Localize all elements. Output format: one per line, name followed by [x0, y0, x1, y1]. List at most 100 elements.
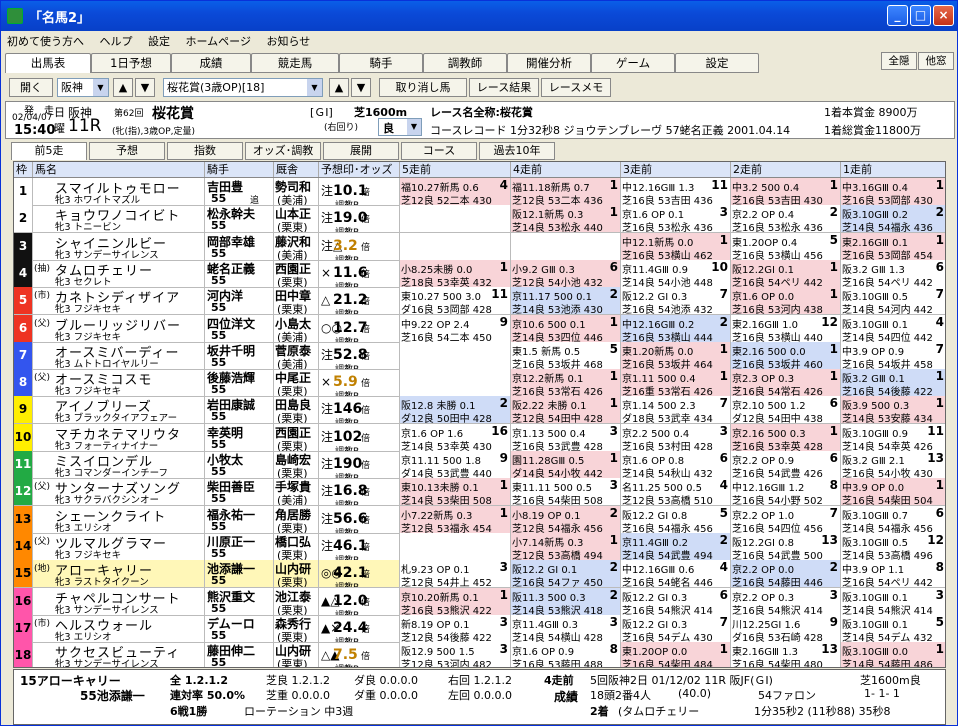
odds-cell[interactable]: 注146倍調教B: [319, 396, 400, 424]
odds-cell[interactable]: △21.2倍調教B: [319, 287, 400, 315]
other-window-button[interactable]: 他窓: [918, 52, 954, 70]
past-race-cell[interactable]: 阪3.2 GⅢ 1.3 芝16良 54ペリ 442 6: [841, 259, 945, 287]
odds-cell[interactable]: 注19.0倍調教B: [319, 205, 400, 233]
past-race-cell[interactable]: 阪3.10GⅢ 0.5 芝14良 54河内 442 7: [841, 287, 945, 315]
past-race-cell[interactable]: 京1.6 OP 0.0 芝16良 53河内 438 1: [731, 287, 841, 315]
track-down-button[interactable]: ▼: [135, 78, 155, 97]
past-race-cell[interactable]: 東1.20OP 0.4 芝16良 53横山 456 5: [731, 232, 841, 260]
past-race-cell[interactable]: [400, 341, 511, 369]
past-race-cell[interactable]: 京11.11 500 1.8 ダ14良 53武豊 440 9: [400, 451, 511, 478]
odds-cell[interactable]: 注56.6倍調教B: [319, 505, 400, 533]
table-row[interactable]: 13シェーンクライト牝3 エリシオ福永祐一55角居勝(栗東)注56.6倍調教B小…: [14, 505, 945, 534]
horse-name-cell[interactable]: スマイルトゥモロー 牝3 ホワイトマズル: [33, 178, 205, 205]
past-race-cell[interactable]: 東11.11 500 0.5 芝16良 54柴田 508 3: [511, 478, 621, 506]
past-race-cell[interactable]: 京1.6 OP 1.6 芝14良 53幸英 430 16: [400, 423, 511, 451]
past-race-cell[interactable]: 福11.18新馬 0.7 芝12良 53二本 436 1: [511, 178, 621, 205]
horse-name-cell[interactable]: (父) ブルーリッジリバー 牝3 フジキセキ: [33, 314, 205, 342]
past-race-cell[interactable]: 京2.2 OP 1.0 芝16良 54四位 456 7: [731, 505, 841, 533]
jockey-cell[interactable]: 河内洋 55: [205, 287, 274, 315]
jockey-cell[interactable]: 岩田康誠 55: [205, 396, 274, 424]
horse-name-cell[interactable]: チャペルコンサート 牝3 サンデーサイレンス: [33, 587, 205, 615]
jockey-cell[interactable]: 川原正一 55: [205, 532, 274, 560]
tab-daily-forecast[interactable]: 1日予想: [91, 53, 171, 73]
odds-cell[interactable]: ◎◎42.1倍調教B: [319, 560, 400, 588]
past-race-cell[interactable]: [400, 532, 511, 560]
past-race-cell[interactable]: 新8.19 OP 0.1 芝12良 54後藤 422 3: [400, 614, 511, 642]
table-row[interactable]: 6 (父) ブルーリッジリバー 牝3 フジキセキ 四位洋文 55 小島太 (美浦) ○○ 12.7…: [14, 314, 945, 343]
header-col-5[interactable]: 5走前: [400, 162, 511, 177]
table-row[interactable]: 12 (父) サンターナズソング 牝3 サクラバクシンオー 柴田善臣 55 手塚貴 (美浦) 注…: [14, 478, 945, 507]
odds-cell[interactable]: △▲7.5倍調教B: [319, 642, 400, 667]
tab-trainers[interactable]: 調教師: [423, 53, 507, 73]
past-race-cell[interactable]: 京1.6 OP 0.1 芝16良 53松永 436 3: [621, 205, 731, 233]
past-race-cell[interactable]: 阪12.8 未勝 0.1 ダ12良 50田中 428 2: [400, 396, 511, 424]
past-race-cell[interactable]: 中3.9 OP 0.0 芝16良 54柴田 504 1: [841, 478, 945, 506]
race-memo-button[interactable]: レースメモ: [541, 78, 611, 97]
tab-meeting-analysis[interactable]: 開催分析: [507, 53, 591, 73]
past-race-cell[interactable]: 阪12.2 GⅠ 0.3 芝16良 54池添 432 7: [621, 287, 731, 315]
trainer-cell[interactable]: 池江泰 (栗東): [274, 587, 319, 615]
table-row[interactable]: 2 キョウワノコイビト牝3 トニービン松永幹夫55山本正(栗東)注19.0倍調教B…: [14, 205, 945, 234]
past-race-cell[interactable]: 阪3.9 500 0.3 芝14良 53安藤 434 1: [841, 396, 945, 424]
past-race-cell[interactable]: 阪12.2GⅠ 0.8 芝16良 54武豊 500 13: [731, 532, 841, 560]
tab-pace[interactable]: 展開: [323, 142, 399, 160]
past-race-cell[interactable]: 小9.2 GⅢ 0.3 芝12良 54小池 432 6: [511, 259, 621, 287]
track-select[interactable]: 阪神 ▼: [57, 78, 109, 97]
past-race-cell[interactable]: 阪3.2 GⅢ 0.1 芝16良 54後藤 422 1: [841, 369, 945, 397]
past-race-cell[interactable]: 東10.27 500 3.0 ダ16良 53岡部 428 11: [400, 287, 511, 315]
past-race-cell[interactable]: 阪12.2 GⅠ 0.8 芝16良 54福永 456 5: [621, 505, 731, 533]
table-row[interactable]: 3 シャイニンルビー 牝3 サンデーサイレンス 岡部幸雄 55 藤沢和 (美浦) 注△ 3.2 倍…: [14, 232, 945, 261]
past-race-cell[interactable]: 東2.16GⅢ 1.0 芝16良 53横山 440 12: [731, 314, 841, 342]
past-race-cell[interactable]: 名11.25 500 0.5 芝12良 53高橋 510 4: [621, 478, 731, 506]
past-race-cell[interactable]: 阪3.2 GⅢ 2.1 芝16良 54小牧 430 13: [841, 451, 945, 478]
scratched-button[interactable]: 取り消し馬: [379, 78, 467, 97]
trainer-cell[interactable]: 橋口弘 (栗東): [274, 532, 319, 560]
past-race-cell[interactable]: 中3.9 OP 1.1 芝16良 54ペリ 442 8: [841, 560, 945, 588]
past-race-cell[interactable]: 京1.13 500 0.4 芝16良 53武豊 428 3: [511, 423, 621, 451]
horse-name-cell[interactable]: シャイニンルビー 牝3 サンデーサイレンス: [33, 232, 205, 260]
odds-cell[interactable]: ▲×24.4倍調教B: [319, 614, 400, 642]
past-race-cell[interactable]: 中3.2 500 0.4 芝16良 53吉田 430 1: [731, 178, 841, 205]
odds-cell[interactable]: 注△3.2倍調教B: [319, 232, 400, 260]
odds-cell[interactable]: ×5.9倍調教B: [319, 369, 400, 397]
past-race-cell[interactable]: 中12.16GⅢ 0.2 芝16良 53横山 444 2: [621, 314, 731, 342]
past-race-cell[interactable]: 中12.16GⅢ 1.2 芝16良 54小野 502 8: [731, 478, 841, 506]
menu-item-homepage[interactable]: ホームページ: [180, 31, 257, 51]
horse-name-cell[interactable]: サクセスビューティ 牝3 サンデーサイレンス: [33, 642, 205, 667]
past-race-cell[interactable]: 阪3.10GⅢ 0.9 芝14良 54幸英 426 11: [841, 423, 945, 451]
past-race-cell[interactable]: [511, 232, 621, 260]
menu-item-help[interactable]: ヘルプ: [94, 31, 139, 51]
tab-jockeys[interactable]: 騎手: [339, 53, 423, 73]
jockey-cell[interactable]: 藤田伸二 55: [205, 642, 274, 667]
tab-horses[interactable]: 競走馬: [251, 53, 339, 73]
tab-results[interactable]: 成績: [171, 53, 251, 73]
past-race-cell[interactable]: 東1.20新馬 0.0 芝16良 53坂井 464 1: [621, 341, 731, 369]
jockey-cell[interactable]: 福永祐一 55: [205, 505, 274, 533]
odds-cell[interactable]: 注46.1倍調教B: [319, 532, 400, 560]
past-race-cell[interactable]: 小7.14新馬 0.3 芝12良 53高橋 494 1: [511, 532, 621, 560]
past-race-cell[interactable]: 小8.25未勝 0.0 芝18良 53幸英 432 1: [400, 259, 511, 287]
past-race-cell[interactable]: 阪3.10GⅢ 0.0 芝14良 54藤田 486 1: [841, 642, 945, 667]
trainer-cell[interactable]: 手塚貴 (美浦): [274, 478, 319, 506]
past-race-cell[interactable]: 阪12.2 GⅠ 0.3 芝16良 54熊沢 414 6: [621, 587, 731, 615]
tab-odds[interactable]: オッズ･調教: [245, 142, 321, 160]
trainer-cell[interactable]: 山内研 (栗東): [274, 642, 319, 667]
past-race-cell[interactable]: 阪3.10GⅢ 0.1 芝14良 54四位 442 4: [841, 314, 945, 342]
past-race-cell[interactable]: 京1.14 500 2.3 ダ18良 53武幸 434 7: [621, 396, 731, 424]
trainer-cell[interactable]: 山本正 (栗東): [274, 205, 319, 233]
race-select[interactable]: 桜花賞(3歳OP)[18] ▼: [163, 78, 323, 97]
past-race-cell[interactable]: 東10.13未勝 0.1 芝14良 53柴田 508 1: [400, 478, 511, 506]
past-race-cell[interactable]: 京11.4GⅢ 0.2 芝14良 54武豊 494 2: [621, 532, 731, 560]
past-race-cell[interactable]: 京10.20新馬 0.1 芝16良 53熊沢 422 1: [400, 587, 511, 615]
horse-name-cell[interactable]: シェーンクライト 牝3 エリシオ: [33, 505, 205, 533]
odds-cell[interactable]: ○○12.7倍調教B: [319, 314, 400, 342]
horse-name-cell[interactable]: (父) ツルマルグラマー 牝3 フジキセキ: [33, 532, 205, 560]
past-race-cell[interactable]: 阪12.9 500 1.5 芝12良 53河内 482 3: [400, 642, 511, 667]
race-down-button[interactable]: ▼: [351, 78, 371, 97]
past-race-cell[interactable]: 京2.16 500 0.3 芝16良 53幸英 428 1: [731, 423, 841, 451]
horse-name-cell[interactable]: マチカネテマリウタ 牝3 フォーティナイナー: [33, 423, 205, 451]
past-race-cell[interactable]: 阪12.2 GⅠ 0.1 芝16良 54ファ 450 2: [511, 560, 621, 588]
tab-game[interactable]: ゲーム: [591, 53, 675, 73]
open-button[interactable]: 開く: [9, 78, 53, 97]
past-race-cell[interactable]: 阪12.2GⅠ 0.1 芝16良 54ペリ 442 1: [731, 259, 841, 287]
